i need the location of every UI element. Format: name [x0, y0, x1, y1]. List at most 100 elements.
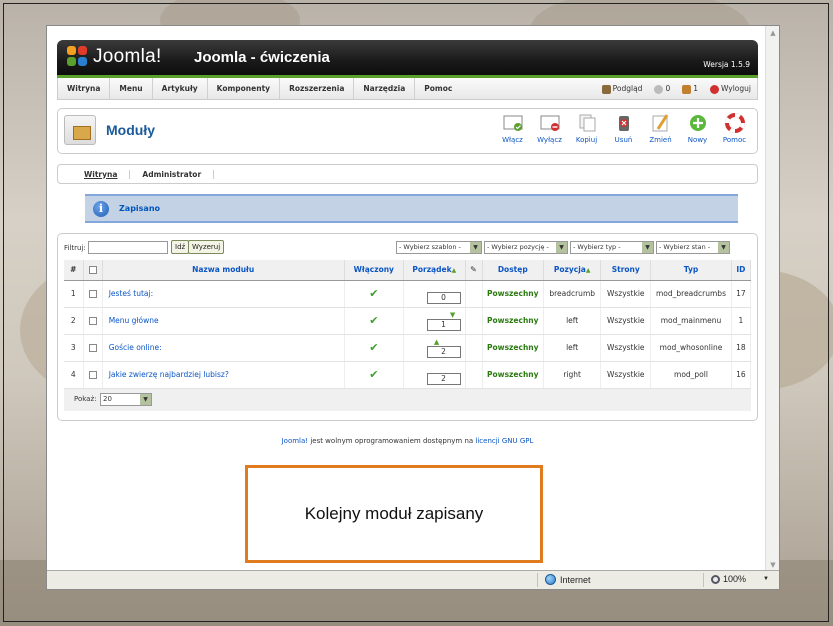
unpublish-button[interactable]: Wyłącz: [531, 113, 568, 144]
delete-button[interactable]: Usuń: [605, 113, 642, 144]
tab-witryna[interactable]: Witryna: [72, 169, 131, 179]
col-access[interactable]: Dostęp: [482, 260, 545, 281]
users-icon: [682, 84, 692, 94]
order-input[interactable]: 2: [426, 373, 461, 385]
admin-menu: Witryna Menu Artykuły Komponenty Rozszer…: [57, 77, 758, 100]
order-cell: 0: [403, 280, 466, 308]
access-link[interactable]: Powszechny: [482, 280, 545, 308]
published-check-icon[interactable]: ✔: [369, 314, 378, 327]
new-label: Nowy: [687, 136, 708, 144]
menu-item-rozszerzenia[interactable]: Rozszerzenia: [280, 77, 355, 100]
type-select[interactable]: - Wybierz typ - ▼: [570, 241, 654, 254]
row-checkbox[interactable]: [88, 290, 97, 298]
table-row: 4 Jakie zwierzę najbardziej lubisz? ✔ 2 …: [64, 361, 752, 389]
row-num: 4: [64, 361, 84, 389]
scroll-down-icon[interactable]: ▼: [768, 560, 778, 570]
state-select[interactable]: - Wybierz stan - ▼: [656, 241, 730, 254]
col-save-order[interactable]: ✎: [465, 260, 483, 281]
new-button[interactable]: Nowy: [679, 113, 716, 144]
published-check-icon[interactable]: ✔: [369, 368, 378, 381]
save-order-icon: ✎: [470, 265, 477, 275]
access-link[interactable]: Powszechny: [482, 307, 545, 335]
preview-icon: [601, 84, 611, 94]
site-title: Joomla - ćwiczenia: [194, 49, 330, 66]
menu-item-menu[interactable]: Menu: [110, 77, 153, 100]
access-link[interactable]: Powszechny: [482, 361, 545, 389]
col-position[interactable]: Pozycja▲: [543, 260, 602, 281]
module-name-link[interactable]: Menu główne: [102, 307, 345, 335]
tab-administrator[interactable]: Administrator: [130, 169, 215, 179]
messages-count[interactable]: 0: [654, 78, 670, 100]
col-order[interactable]: Porządek▲: [403, 260, 466, 281]
edit-label: Zmień: [649, 136, 672, 144]
col-name[interactable]: Nazwa modułu: [102, 260, 345, 281]
access-link[interactable]: Powszechny: [482, 334, 545, 362]
published-check-icon[interactable]: ✔: [369, 341, 378, 354]
menu-item-artykuly[interactable]: Artykuły: [153, 77, 208, 100]
position-select[interactable]: - Wybierz pozycję - ▼: [484, 241, 568, 254]
row-checkbox[interactable]: [88, 317, 97, 325]
delete-label: Usuń: [614, 136, 633, 144]
menu-item-komponenty[interactable]: Komponenty: [208, 77, 281, 100]
scroll-up-icon[interactable]: ▲: [768, 28, 778, 38]
col-type[interactable]: Typ: [650, 260, 732, 281]
row-checkbox[interactable]: [88, 371, 97, 379]
preview-label: Podgląd: [612, 84, 643, 93]
edit-icon: [650, 113, 672, 133]
logout-icon: [710, 84, 719, 94]
order-input[interactable]: 2: [426, 346, 461, 358]
id-cell: 17: [731, 280, 752, 308]
joomla-mark-icon: [67, 46, 89, 68]
publish-button[interactable]: Włącz: [494, 113, 531, 144]
row-checkbox[interactable]: [88, 344, 97, 352]
logout-label: Wyloguj: [721, 84, 751, 93]
copy-button[interactable]: Kopiuj: [568, 113, 605, 144]
order-input[interactable]: 1: [426, 319, 461, 331]
published-check-icon[interactable]: ✔: [369, 287, 378, 300]
module-name-link[interactable]: Jakie zwierzę najbardziej lubisz?: [102, 361, 345, 389]
menu-item-witryna[interactable]: Witryna: [58, 77, 111, 100]
go-button[interactable]: Idź: [171, 240, 190, 254]
edit-button[interactable]: Zmień: [642, 113, 679, 144]
preview-link[interactable]: Podgląd: [601, 78, 643, 100]
unpublish-icon: [539, 113, 561, 133]
filter-input[interactable]: [88, 241, 168, 254]
vertical-scrollbar[interactable]: ▲ ▼: [765, 26, 779, 572]
menu-item-pomoc[interactable]: Pomoc: [415, 78, 461, 100]
id-cell: 1: [731, 307, 752, 335]
message-text: Zapisano: [119, 204, 161, 213]
template-select[interactable]: - Wybierz szablon - ▼: [396, 241, 482, 254]
annotation-callout: Kolejny moduł zapisany: [245, 465, 543, 563]
table-row: 1 Jesteś tutaj: ✔ 0 Powszechny breadcrum…: [64, 280, 752, 308]
unpublish-label: Wyłącz: [537, 136, 562, 144]
position-cell: breadcrumb: [543, 280, 602, 308]
reset-button[interactable]: Wyzeruj: [188, 240, 225, 254]
move-up-icon[interactable]: ▲: [429, 338, 445, 346]
menu-item-narzedzia[interactable]: Narzędzia: [354, 77, 416, 100]
pagination-row: Pokaż: 20 ▼: [64, 388, 751, 411]
delete-icon: [613, 113, 635, 133]
col-id[interactable]: ID: [731, 260, 752, 281]
move-down-icon[interactable]: ▼: [445, 311, 461, 319]
col-enabled[interactable]: Włączony: [344, 260, 405, 281]
page-title: Moduły: [106, 122, 155, 138]
order-input[interactable]: 0: [426, 292, 461, 304]
joomla-link[interactable]: Joomla!: [282, 437, 309, 445]
position-select-value: - Wybierz pozycję -: [487, 243, 549, 251]
zoom-control[interactable]: 100% ▼: [711, 574, 769, 584]
limit-select[interactable]: 20 ▼: [100, 392, 152, 406]
sort-asc-icon: ▲: [585, 267, 591, 275]
module-name-link[interactable]: Goście online:: [102, 334, 345, 362]
joomla-admin-page: Joomla! Joomla - ćwiczenia Wersja 1.5.9 …: [57, 40, 758, 445]
chevron-down-icon: ▼: [642, 242, 653, 253]
footer-text: jest wolnym oprogramowaniem dostępnym na: [308, 437, 476, 445]
logout-link[interactable]: Wyloguj: [710, 78, 751, 100]
license-link[interactable]: licencji GNU GPL: [475, 437, 533, 445]
col-pages[interactable]: Strony: [600, 260, 652, 281]
module-name-link[interactable]: Jesteś tutaj:: [102, 280, 345, 308]
select-all-checkbox[interactable]: [88, 266, 97, 275]
pages-cell: Wszystkie: [600, 334, 652, 362]
help-button[interactable]: Pomoc: [716, 113, 753, 144]
order-cell: ▼1: [403, 307, 466, 335]
system-message: i Zapisano: [85, 194, 738, 223]
